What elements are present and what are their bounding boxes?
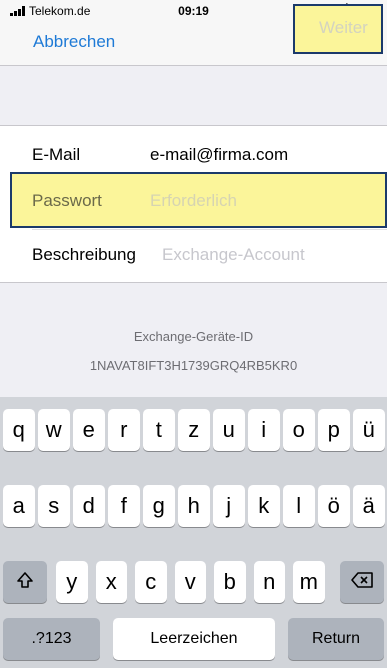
- email-field[interactable]: e-mail@firma.com: [150, 145, 288, 165]
- key-a[interactable]: a: [3, 485, 35, 527]
- description-label: Beschreibung: [32, 245, 136, 264]
- key-j[interactable]: j: [213, 485, 245, 527]
- key-q[interactable]: q: [3, 409, 35, 451]
- key-n[interactable]: n: [253, 561, 285, 603]
- key-e[interactable]: e: [73, 409, 105, 451]
- next-button[interactable]: Weiter: [319, 18, 368, 38]
- key-r[interactable]: r: [108, 409, 140, 451]
- key-o[interactable]: o: [283, 409, 315, 451]
- password-row[interactable]: Passwort Erforderlich: [10, 172, 387, 228]
- keyboard: .?123 Leerzeichen Return qwertzuiopü asdf…: [0, 397, 387, 668]
- key-u[interactable]: u: [213, 409, 245, 451]
- key-h[interactable]: h: [178, 485, 210, 527]
- key-ü[interactable]: ü: [353, 409, 385, 451]
- key-b[interactable]: b: [214, 561, 246, 603]
- key-k[interactable]: k: [248, 485, 280, 527]
- key-t[interactable]: t: [143, 409, 175, 451]
- key-ö[interactable]: ö: [318, 485, 350, 527]
- key-i[interactable]: i: [248, 409, 280, 451]
- key-v[interactable]: v: [174, 561, 206, 603]
- key-ä[interactable]: ä: [353, 485, 385, 527]
- password-label: Passwort: [32, 191, 102, 210]
- backspace-icon: [350, 571, 374, 594]
- cancel-button[interactable]: Abbrechen: [33, 32, 115, 52]
- description-field[interactable]: Exchange-Account: [162, 245, 305, 265]
- key-y[interactable]: y: [56, 561, 88, 603]
- device-id-label: Exchange-Geräte-ID: [133, 329, 254, 344]
- key-g[interactable]: g: [143, 485, 175, 527]
- backspace-key[interactable]: [340, 561, 384, 603]
- next-button-highlight: Weiter: [293, 4, 383, 54]
- key-p[interactable]: p: [318, 409, 350, 451]
- key-c[interactable]: c: [135, 561, 167, 603]
- device-id-value: 1NAVAT8IFT3H1739GRQ4RB5KR0: [89, 358, 298, 373]
- description-row[interactable]: Beschreibung Exchange-Account: [0, 228, 387, 280]
- key-s[interactable]: s: [38, 485, 70, 527]
- key-z[interactable]: z: [178, 409, 210, 451]
- key-w[interactable]: w: [38, 409, 70, 451]
- password-field[interactable]: Erforderlich: [150, 191, 237, 211]
- key-m[interactable]: m: [293, 561, 325, 603]
- key-d[interactable]: d: [73, 485, 105, 527]
- shift-key[interactable]: [3, 561, 47, 603]
- device-info: Exchange-Geräte-ID 1NAVAT8IFT3H1739GRQ4R…: [0, 283, 387, 393]
- shift-icon: [15, 570, 35, 595]
- key-l[interactable]: l: [283, 485, 315, 527]
- email-label: E-Mail: [32, 145, 81, 164]
- section-gap: [0, 66, 387, 125]
- numbers-key[interactable]: .?123: [3, 618, 100, 660]
- key-x[interactable]: x: [95, 561, 127, 603]
- key-f[interactable]: f: [108, 485, 140, 527]
- return-key[interactable]: Return: [288, 618, 384, 660]
- space-key[interactable]: Leerzeichen: [113, 618, 275, 660]
